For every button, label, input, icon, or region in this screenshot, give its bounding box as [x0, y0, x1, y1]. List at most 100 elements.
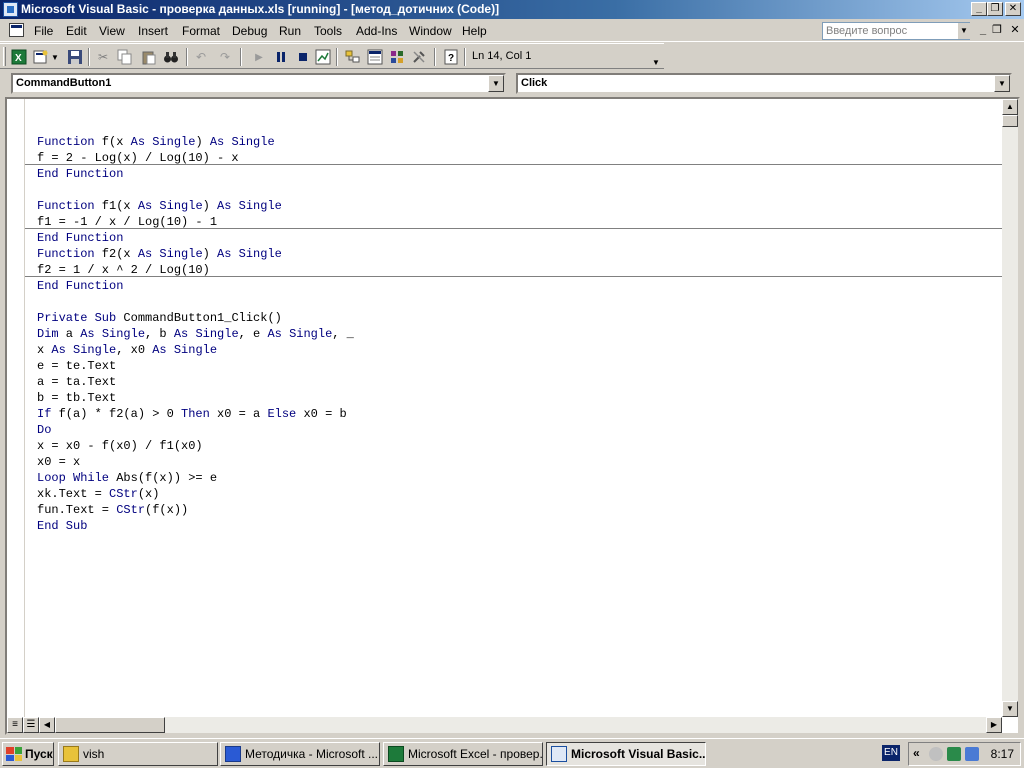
menu-add-ins[interactable]: Add-Ins	[356, 23, 397, 39]
minimize-button[interactable]: _	[971, 2, 987, 16]
code-line[interactable]: Loop While Abs(f(x)) >= e	[37, 470, 1007, 486]
paste-icon[interactable]	[140, 48, 158, 66]
vertical-scrollbar[interactable]: ▲ ▼	[1002, 99, 1018, 717]
code-line[interactable]: a = ta.Text	[37, 374, 1007, 390]
scroll-right-icon[interactable]: ▶	[986, 717, 1002, 733]
blank-line[interactable]	[37, 294, 1007, 310]
horizontal-scrollbar[interactable]: ≡ ☰ ◀ ▶	[7, 717, 1002, 733]
blank-line[interactable]	[37, 118, 1007, 134]
scroll-down-icon[interactable]: ▼	[1002, 701, 1018, 717]
task-vish[interactable]: vish	[58, 742, 218, 766]
code-line[interactable]: xk.Text = CStr(x)	[37, 486, 1007, 502]
code-line[interactable]: If f(a) * f2(a) > 0 Then x0 = a Else x0 …	[37, 406, 1007, 422]
vertical-scroll-thumb[interactable]	[1002, 115, 1018, 127]
insert-dropdown-icon[interactable]: ▼	[50, 48, 60, 66]
menu-window[interactable]: Window	[409, 23, 452, 39]
menu-debug[interactable]: Debug	[232, 23, 267, 39]
scroll-up-icon[interactable]: ▲	[1002, 99, 1018, 115]
save-icon[interactable]	[66, 48, 84, 66]
close-button[interactable]: ✕	[1005, 2, 1021, 16]
properties-window-icon[interactable]	[366, 48, 384, 66]
help-icon[interactable]: ?	[442, 48, 460, 66]
help-question-input[interactable]: Введите вопрос	[822, 22, 970, 40]
redo-icon[interactable]: ↷	[216, 48, 234, 66]
task-word[interactable]: Методичка - Microsoft ...	[220, 742, 380, 766]
menu-view[interactable]: View	[99, 23, 125, 39]
toolbar-grip[interactable]	[3, 47, 6, 66]
menu-edit[interactable]: Edit	[66, 23, 87, 39]
language-indicator[interactable]: EN	[882, 745, 900, 761]
code-text[interactable]: Function f(x As Single) As Single f = 2 -…	[37, 118, 1007, 534]
code-line[interactable]: End Sub	[37, 518, 1007, 534]
menu-format[interactable]: Format	[182, 23, 220, 39]
menu-help[interactable]: Help	[462, 23, 487, 39]
project-explorer-icon[interactable]	[344, 48, 362, 66]
menu-file[interactable]: File	[34, 23, 53, 39]
code-token: f(x	[94, 135, 131, 149]
code-line[interactable]: End Function	[37, 230, 1007, 246]
code-line[interactable]: f = 2 - Log(x) / Log(10) - x	[37, 150, 1007, 166]
code-line[interactable]: Dim a As Single, b As Single, e As Singl…	[37, 326, 1007, 342]
object-browser-icon[interactable]	[388, 48, 406, 66]
scroll-left-icon[interactable]: ◀	[39, 717, 55, 733]
restore-button[interactable]: ❐	[987, 2, 1003, 16]
code-line[interactable]: b = tb.Text	[37, 390, 1007, 406]
horizontal-scroll-thumb[interactable]	[55, 717, 165, 733]
copy-icon[interactable]	[116, 48, 134, 66]
blank-line[interactable]	[37, 182, 1007, 198]
tray-expand-icon[interactable]: «	[913, 746, 920, 760]
code-line[interactable]: x0 = x	[37, 454, 1007, 470]
mdi-restore-button[interactable]: ❐	[990, 23, 1004, 37]
code-line[interactable]: f1 = -1 / x / Log(10) - 1	[37, 214, 1007, 230]
find-binoculars-icon[interactable]	[162, 48, 180, 66]
procedure-combo[interactable]: Click ▼	[516, 73, 1012, 94]
code-window-icon[interactable]	[9, 23, 24, 37]
full-module-view-icon[interactable]: ☰	[23, 717, 39, 733]
menu-tools[interactable]: Tools	[314, 23, 342, 39]
margin-indicator-bar[interactable]	[7, 99, 25, 719]
undo-icon[interactable]: ↶	[192, 48, 210, 66]
reset-icon[interactable]	[294, 48, 312, 66]
task-vba[interactable]: Microsoft Visual Basic...	[546, 742, 706, 766]
vba-app-icon[interactable]	[3, 2, 18, 17]
clock[interactable]: 8:17	[991, 747, 1014, 761]
monitor-icon[interactable]	[965, 747, 979, 761]
title-bar[interactable]: Microsoft Visual Basic - проверка данных…	[0, 0, 1024, 19]
code-line[interactable]: Function f2(x As Single) As Single	[37, 246, 1007, 262]
help-dropdown-arrow-icon[interactable]: ▼	[958, 23, 970, 39]
menu-run[interactable]: Run	[279, 23, 301, 39]
security-icon[interactable]	[947, 747, 961, 761]
break-icon[interactable]	[272, 48, 290, 66]
chevron-down-icon[interactable]: ▼	[994, 75, 1010, 92]
code-keyword: End Function	[37, 279, 124, 293]
mdi-close-button[interactable]: ✕	[1008, 23, 1022, 37]
code-line[interactable]: Private Sub CommandButton1_Click()	[37, 310, 1007, 326]
design-mode-icon[interactable]	[314, 48, 332, 66]
code-line[interactable]: f2 = 1 / x ^ 2 / Log(10)	[37, 262, 1007, 278]
chevron-down-icon[interactable]: ▼	[488, 75, 504, 92]
code-line[interactable]: e = te.Text	[37, 358, 1007, 374]
object-combo[interactable]: CommandButton1 ▼	[11, 73, 506, 94]
menu-insert[interactable]: Insert	[138, 23, 168, 39]
code-line[interactable]: Function f(x As Single) As Single	[37, 134, 1007, 150]
insert-userform-icon[interactable]	[32, 48, 50, 66]
code-line[interactable]: Do	[37, 422, 1007, 438]
code-editor[interactable]: Function f(x As Single) As Single f = 2 -…	[5, 97, 1020, 735]
cut-icon[interactable]: ✂	[94, 48, 112, 66]
view-excel-icon[interactable]: X	[10, 48, 28, 66]
code-line[interactable]: End Function	[37, 278, 1007, 294]
network-icon[interactable]	[929, 747, 943, 761]
code-line[interactable]: x As Single, x0 As Single	[37, 342, 1007, 358]
task-excel[interactable]: Microsoft Excel - провер...	[383, 742, 543, 766]
toolbox-icon[interactable]	[410, 48, 428, 66]
code-keyword: As Single	[217, 247, 282, 261]
start-button[interactable]: Пуск	[2, 742, 54, 766]
code-line[interactable]: End Function	[37, 166, 1007, 182]
procedure-view-icon[interactable]: ≡	[7, 717, 23, 733]
toolbar-options-chevron-down-icon[interactable]: ▼	[652, 58, 660, 67]
code-line[interactable]: Function f1(x As Single) As Single	[37, 198, 1007, 214]
run-icon[interactable]: ▶	[250, 48, 268, 66]
mdi-minimize-button[interactable]: _	[976, 23, 990, 37]
code-line[interactable]: fun.Text = CStr(f(x))	[37, 502, 1007, 518]
code-line[interactable]: x = x0 - f(x0) / f1(x0)	[37, 438, 1007, 454]
